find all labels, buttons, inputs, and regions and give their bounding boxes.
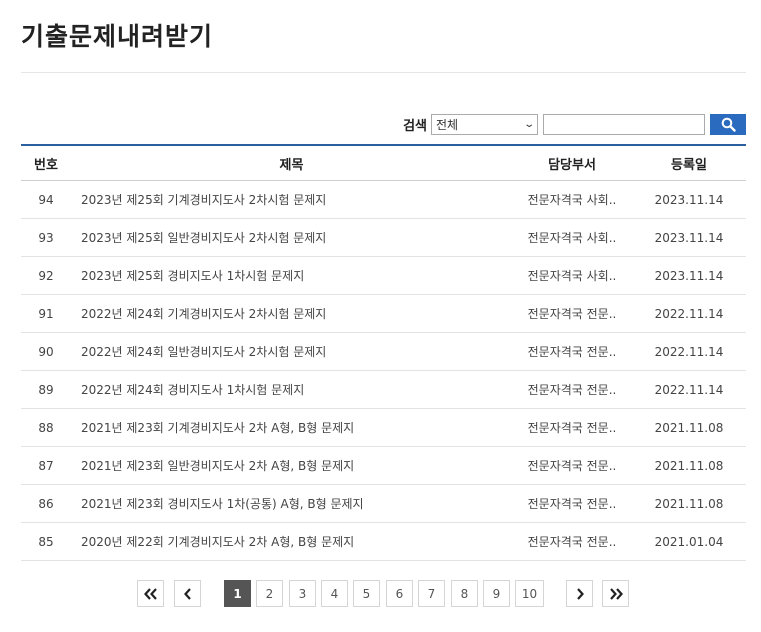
table-row: 86 2021년 제23회 경비지도사 1차(공통) A형, B형 문제지 전문…: [21, 484, 746, 523]
page-button-6[interactable]: 6: [386, 580, 413, 607]
row-title-link[interactable]: 2023년 제25회 기계경비지도사 2차시험 문제지: [81, 193, 326, 207]
row-title-link[interactable]: 2023년 제25회 일반경비지도사 2차시험 문제지: [81, 231, 326, 245]
table-row: 87 2021년 제23회 일반경비지도사 2차 A형, B형 문제지 전문자격…: [21, 446, 746, 485]
header-date: 등록일: [632, 144, 746, 181]
page-button-3[interactable]: 3: [289, 580, 316, 607]
row-title-link[interactable]: 2022년 제24회 경비지도사 1차시험 문제지: [81, 383, 304, 397]
table-row: 92 2023년 제25회 경비지도사 1차시험 문제지 전문자격국 사회.. …: [21, 256, 746, 295]
row-no: 85: [21, 522, 71, 561]
page-button-1[interactable]: 1: [224, 580, 251, 607]
row-date: 2023.11.14: [632, 180, 746, 219]
row-date: 2021.11.08: [632, 408, 746, 447]
row-dept: 전문자격국 전문..: [527, 497, 617, 511]
pagination: 1 2 3 4 5 6 7 8 9 10: [0, 580, 761, 608]
table-row: 90 2022년 제24회 일반경비지도사 2차시험 문제지 전문자격국 전문.…: [21, 332, 746, 371]
double-chevron-left-icon: [143, 587, 157, 600]
row-no: 86: [21, 484, 71, 523]
page-button-9[interactable]: 9: [483, 580, 510, 607]
page-button-4[interactable]: 4: [321, 580, 348, 607]
title-divider: [21, 72, 746, 73]
table-header-row: 번호 제목 담당부서 등록일: [21, 144, 746, 181]
row-dept: 전문자격국 전문..: [527, 459, 617, 473]
row-dept: 전문자격국 전문..: [527, 345, 617, 359]
header-no: 번호: [21, 144, 71, 181]
row-date: 2021.01.04: [632, 522, 746, 561]
table-row: 91 2022년 제24회 기계경비지도사 2차시험 문제지 전문자격국 전문.…: [21, 294, 746, 333]
page-button-10[interactable]: 10: [515, 580, 544, 607]
row-date: 2023.11.14: [632, 256, 746, 295]
search-icon: [721, 117, 736, 132]
row-no: 92: [21, 256, 71, 295]
last-page-button[interactable]: [602, 580, 629, 607]
table-row: 93 2023년 제25회 일반경비지도사 2차시험 문제지 전문자격국 사회.…: [21, 218, 746, 257]
row-title-link[interactable]: 2020년 제22회 기계경비지도사 2차 A형, B형 문제지: [81, 535, 354, 549]
row-title-link[interactable]: 2021년 제23회 기계경비지도사 2차 A형, B형 문제지: [81, 421, 354, 435]
row-date: 2022.11.14: [632, 294, 746, 333]
page-title: 기출문제내려받기: [21, 22, 214, 51]
table-row: 88 2021년 제23회 기계경비지도사 2차 A형, B형 문제지 전문자격…: [21, 408, 746, 447]
prev-page-button[interactable]: [174, 580, 201, 607]
row-no: 89: [21, 370, 71, 409]
search-label: 검색: [403, 118, 427, 134]
exam-list-table: 번호 제목 담당부서 등록일 94 2023년 제25회 기계경비지도사 2차시…: [21, 144, 746, 561]
row-date: 2022.11.14: [632, 332, 746, 371]
next-page-button[interactable]: [566, 580, 593, 607]
row-no: 93: [21, 218, 71, 257]
row-no: 91: [21, 294, 71, 333]
row-dept: 전문자격국 사회..: [527, 231, 617, 245]
double-chevron-right-icon: [609, 587, 623, 600]
header-title: 제목: [71, 144, 512, 181]
row-dept: 전문자격국 전문..: [527, 421, 617, 435]
row-title-link[interactable]: 2021년 제23회 경비지도사 1차(공통) A형, B형 문제지: [81, 497, 364, 511]
table-row: 94 2023년 제25회 기계경비지도사 2차시험 문제지 전문자격국 사회.…: [21, 180, 746, 219]
row-dept: 전문자격국 사회..: [527, 193, 617, 207]
row-title-link[interactable]: 2023년 제25회 경비지도사 1차시험 문제지: [81, 269, 304, 283]
chevron-right-icon: [576, 587, 584, 600]
page-button-7[interactable]: 7: [418, 580, 445, 607]
search-bar: 검색 전체 ⌄: [21, 113, 746, 135]
row-date: 2022.11.14: [632, 370, 746, 409]
first-page-button[interactable]: [137, 580, 164, 607]
row-date: 2021.11.08: [632, 484, 746, 523]
row-dept: 전문자격국 전문..: [527, 383, 617, 397]
search-input[interactable]: [543, 113, 705, 135]
row-title-link[interactable]: 2021년 제23회 일반경비지도사 2차 A형, B형 문제지: [81, 459, 354, 473]
row-no: 90: [21, 332, 71, 371]
header-dept: 담당부서: [512, 144, 632, 181]
row-no: 87: [21, 446, 71, 485]
row-no: 94: [21, 180, 71, 219]
page-button-8[interactable]: 8: [451, 580, 478, 607]
page-button-2[interactable]: 2: [256, 580, 283, 607]
row-dept: 전문자격국 사회..: [527, 269, 617, 283]
row-date: 2021.11.08: [632, 446, 746, 485]
row-title-link[interactable]: 2022년 제24회 기계경비지도사 2차시험 문제지: [81, 307, 326, 321]
table-row: 89 2022년 제24회 경비지도사 1차시험 문제지 전문자격국 전문.. …: [21, 370, 746, 409]
row-no: 88: [21, 408, 71, 447]
row-date: 2023.11.14: [632, 218, 746, 257]
table-row: 85 2020년 제22회 기계경비지도사 2차 A형, B형 문제지 전문자격…: [21, 522, 746, 561]
row-dept: 전문자격국 전문..: [527, 307, 617, 321]
search-category-select[interactable]: 전체 ⌄: [431, 113, 538, 135]
row-title-link[interactable]: 2022년 제24회 일반경비지도사 2차시험 문제지: [81, 345, 326, 359]
row-dept: 전문자격국 전문..: [527, 535, 617, 549]
chevron-down-icon: ⌄: [522, 118, 535, 130]
search-select-value: 전체: [436, 117, 459, 132]
page-button-5[interactable]: 5: [353, 580, 380, 607]
search-button[interactable]: [710, 113, 746, 135]
chevron-left-icon: [183, 587, 191, 600]
